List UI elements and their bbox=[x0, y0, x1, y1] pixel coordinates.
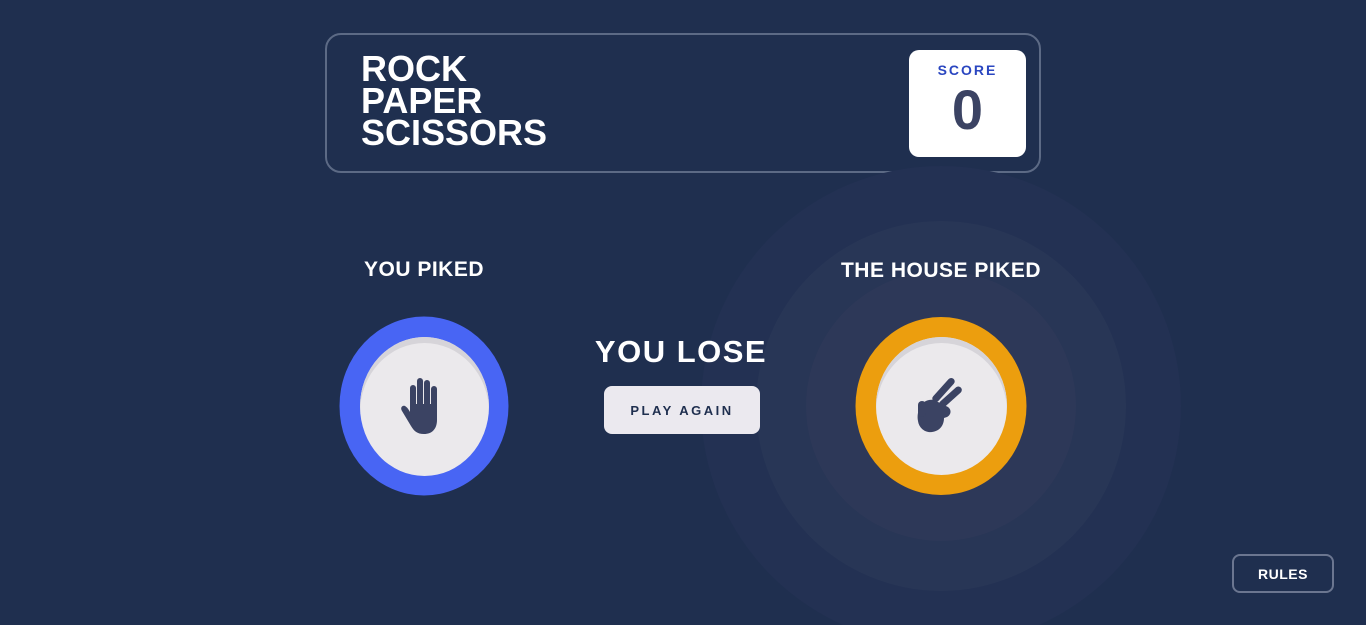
score-header: ROCK PAPER SCISSORS SCORE 0 bbox=[325, 33, 1041, 173]
play-again-button[interactable]: PLAY AGAIN bbox=[604, 386, 760, 434]
house-pick-label: THE HOUSE PIKED bbox=[840, 259, 1042, 282]
game-title: ROCK PAPER SCISSORS bbox=[361, 51, 548, 153]
result-text: YOU LOSE bbox=[594, 334, 768, 369]
score-box: SCORE 0 bbox=[909, 50, 1026, 157]
title-line-scissors: SCISSORS bbox=[361, 112, 548, 153]
house-scissors-token bbox=[855, 317, 1027, 495]
scissors-hand-icon bbox=[914, 377, 968, 435]
player-pick-label: YOU PIKED bbox=[363, 258, 485, 281]
rules-button[interactable]: RULES bbox=[1232, 554, 1334, 593]
game-screen: ROCK PAPER SCISSORS SCORE 0 YOU PIKED TH… bbox=[0, 0, 1366, 625]
paper-hand-icon bbox=[399, 376, 449, 436]
token-face bbox=[875, 337, 1007, 475]
score-value: 0 bbox=[951, 78, 984, 141]
token-face bbox=[359, 336, 489, 476]
player-paper-token bbox=[339, 316, 509, 496]
score-label: SCORE bbox=[937, 62, 998, 78]
